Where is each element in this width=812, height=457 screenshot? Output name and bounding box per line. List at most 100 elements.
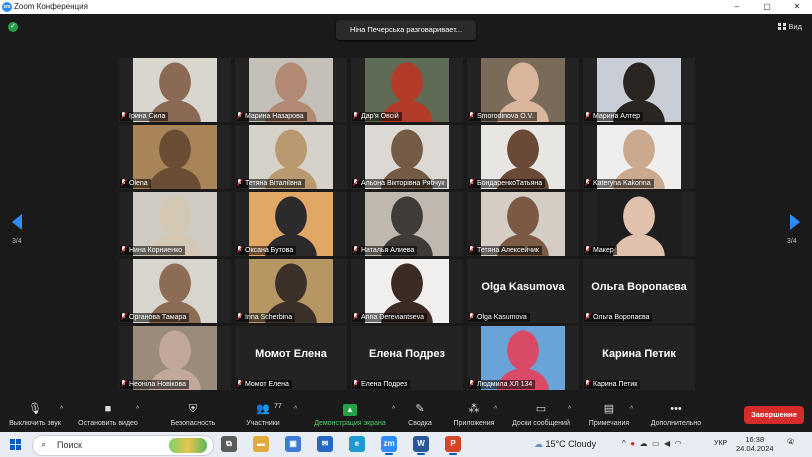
taskbar-search-box[interactable]: ⌕ Поиск [32, 435, 214, 456]
zoom-icon[interactable]: zm [381, 436, 397, 455]
participant-tile[interactable]: Тетяна Алексейчик [467, 192, 579, 256]
participant-tile[interactable]: Момот Елена Момот Елена [235, 326, 347, 390]
mute-button[interactable]: 🎙 Выключить звук [4, 402, 66, 427]
summary-button[interactable]: ✎ Сводка [402, 402, 438, 427]
word-icon[interactable]: W [413, 436, 429, 455]
audio-options-caret-icon[interactable]: ^ [60, 406, 63, 413]
security-button[interactable]: ⛨ Безопасность [162, 402, 224, 427]
battery-icon[interactable]: ▭ [652, 439, 660, 448]
minimize-button[interactable]: – [722, 0, 752, 14]
language-indicator[interactable]: УКР [714, 440, 727, 447]
muted-microphone-icon [121, 246, 126, 253]
task-view-icon[interactable]: ⧉ [221, 436, 237, 452]
whiteboards-label: Доски сообщений [512, 420, 570, 427]
video-options-caret-icon[interactable]: ^ [136, 406, 139, 413]
stop-video-button[interactable]: ■ Остановить видео [72, 402, 144, 427]
participant-tile[interactable]: Olena [119, 125, 231, 189]
muted-microphone-icon [353, 246, 358, 253]
notification-icon[interactable]: 🗨4 [786, 438, 798, 450]
participant-tile[interactable]: Наталья Алиева [351, 192, 463, 256]
muted-microphone-icon [353, 112, 358, 119]
participant-display-name: Olga Kasumova [481, 281, 565, 293]
powerpoint-icon[interactable]: P [445, 436, 461, 455]
participant-tile[interactable]: Органова Тамара [119, 259, 231, 323]
participant-tile[interactable]: Елена Подрез Елена Подрез [351, 326, 463, 390]
view-label: Вид [788, 22, 802, 31]
participant-tile[interactable]: Альона Вікторівна Рябчук [351, 125, 463, 189]
end-meeting-button[interactable]: Завершение [744, 406, 804, 424]
notes-options-caret-icon[interactable]: ^ [630, 406, 633, 413]
participant-name: Марина Назарова [245, 113, 304, 120]
participant-tile[interactable]: Неоніла Новікова [119, 326, 231, 390]
maximize-button[interactable]: ▢ [752, 0, 782, 14]
participant-name-label: Дар'я Овсій [352, 112, 402, 121]
share-screen-button[interactable]: ▲ Демонстрация экрана [306, 402, 394, 427]
participant-tile[interactable]: Anna Dereviantseva [351, 259, 463, 323]
muted-microphone-icon [469, 112, 474, 119]
participant-name: Наталья Алиева [361, 247, 415, 254]
tray-app-icon[interactable]: ● [630, 439, 635, 448]
speaker-icon[interactable]: ◀ [664, 439, 670, 448]
muted-microphone-icon [237, 179, 242, 186]
participants-options-caret-icon[interactable]: ^ [294, 406, 297, 413]
muted-microphone-icon [353, 179, 358, 186]
onedrive-icon[interactable]: ☁ [640, 439, 648, 448]
edge-icon[interactable]: e [349, 436, 365, 452]
muted-microphone-icon [237, 313, 242, 320]
participant-tile[interactable]: Kateryna Kakorina [583, 125, 695, 189]
participant-tile[interactable]: Irina Scherbina [235, 259, 347, 323]
participant-tile[interactable]: Людмила ХЛ 134 [467, 326, 579, 390]
next-page-arrow-icon[interactable] [790, 214, 800, 230]
participant-tile[interactable]: Тетяна Віталіївна [235, 125, 347, 189]
participant-name: Органова Тамара [129, 314, 187, 321]
previous-page-arrow-icon[interactable] [12, 214, 22, 230]
mail-icon[interactable]: ✉ [317, 436, 333, 452]
participant-tile[interactable]: Макер [583, 192, 695, 256]
view-button[interactable]: Вид [778, 22, 802, 31]
participant-tile[interactable]: Дар'я Овсій [351, 58, 463, 122]
more-button[interactable]: ••• Дополнительно [644, 402, 708, 427]
participant-tile[interactable]: БондаренкоТатьяна [467, 125, 579, 189]
muted-microphone-icon [585, 179, 590, 186]
file-explorer-icon[interactable]: ▬ [253, 436, 269, 452]
participant-name-label: Тетяна Алексейчик [468, 246, 542, 255]
share-options-caret-icon[interactable]: ^ [392, 406, 395, 413]
muted-microphone-icon [237, 380, 242, 387]
participant-tile[interactable]: Нина Корниенко [119, 192, 231, 256]
participant-tile[interactable]: Марина Алтер [583, 58, 695, 122]
apps-options-caret-icon[interactable]: ^ [494, 406, 497, 413]
participant-name-label: Anna Dereviantseva [352, 313, 428, 322]
shield-icon: ⛨ [188, 403, 198, 415]
participant-name: Ольга Воропаєва [593, 314, 650, 321]
participant-tile[interactable]: Smorodinova O.V. [467, 58, 579, 122]
participant-tile[interactable]: Ірина Сила [119, 58, 231, 122]
notes-button[interactable]: ▤ Примечания [584, 402, 634, 427]
whiteboard-icon: ▭ [535, 403, 547, 415]
encryption-shield-icon[interactable]: ✓ [8, 22, 18, 32]
participant-name: Карина Петик [593, 381, 638, 388]
participant-tile[interactable]: Марина Назарова [235, 58, 347, 122]
wifi-icon[interactable]: ◠ [675, 439, 682, 448]
participant-tile[interactable]: Карина Петик Карина Петик [583, 326, 695, 390]
participant-name-label: Smorodinova O.V. [468, 112, 537, 121]
taskbar-clock[interactable]: 16:38 24.04.2024 [736, 435, 774, 453]
participant-name-label: Макер [584, 246, 617, 255]
more-label: Дополнительно [650, 420, 702, 427]
participant-name-label: Карина Петик [584, 380, 641, 389]
tray-chevron-icon[interactable]: ^ [622, 439, 626, 448]
participant-name: Марина Алтер [593, 113, 640, 120]
apps-button[interactable]: ⁂ Приложения [450, 402, 498, 427]
close-window-button[interactable]: ✕ [782, 0, 812, 14]
summary-label: Сводка [408, 420, 432, 427]
windows-start-icon[interactable] [10, 439, 21, 450]
whiteboards-options-caret-icon[interactable]: ^ [568, 406, 571, 413]
participant-tile[interactable]: Ольга Воропаєва Ольга Воропаєва [583, 259, 695, 323]
weather-widget[interactable]: ☁ 15°C Cloudy [534, 439, 596, 450]
participant-name: Olena [129, 180, 148, 187]
whiteboards-button[interactable]: ▭ Доски сообщений [506, 402, 576, 427]
system-tray[interactable]: ^ ● ☁ ▭ ◀ ◠ [622, 439, 682, 448]
participant-tile[interactable]: Olga Kasumova Olga Kasumova [467, 259, 579, 323]
participant-display-name: Момот Елена [255, 348, 327, 360]
participant-tile[interactable]: Оксана Бутова [235, 192, 347, 256]
store-icon[interactable]: ▣ [285, 436, 301, 452]
